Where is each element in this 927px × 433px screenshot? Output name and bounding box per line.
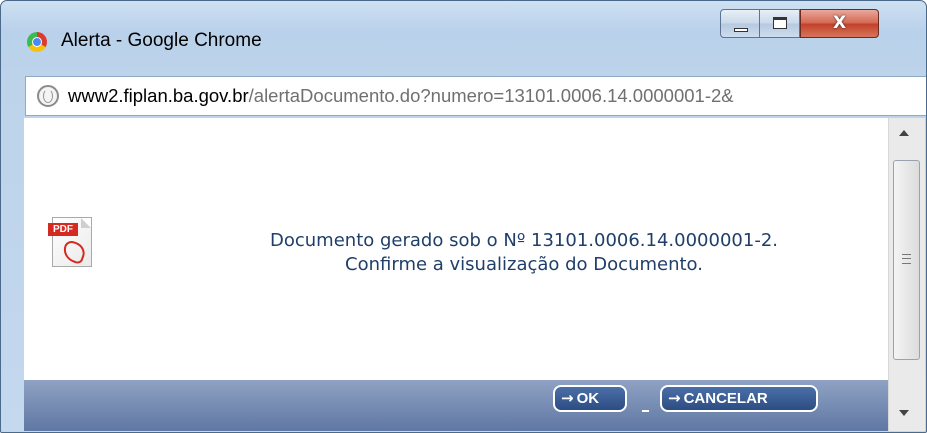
scroll-up-arrow-icon[interactable] <box>899 130 909 136</box>
ok-button[interactable]: → OK <box>553 385 627 412</box>
pdf-label: PDF <box>48 223 78 236</box>
vertical-scrollbar[interactable] <box>888 118 925 431</box>
window-title: Alerta - Google Chrome <box>61 30 262 51</box>
close-icon: X <box>832 13 847 33</box>
maximize-icon <box>773 17 787 29</box>
url-path: /alertaDocumento.do?numero=13101.0006.14… <box>248 85 734 106</box>
scroll-down-arrow-icon[interactable] <box>899 410 909 416</box>
scroll-thumb[interactable] <box>893 160 920 360</box>
ok-label: OK <box>576 390 600 407</box>
pdf-fold <box>81 218 91 228</box>
cancel-label: CANCELAR <box>683 390 768 407</box>
url-domain: www2.fiplan.ba.gov.br <box>68 85 249 106</box>
minimize-icon <box>734 28 748 32</box>
arrow-right-icon: → <box>561 389 574 407</box>
title-bar[interactable]: Alerta - Google Chrome X <box>1 1 926 65</box>
cancel-button[interactable]: → CANCELAR <box>660 385 818 412</box>
arrow-right-icon: → <box>668 389 681 407</box>
scroll-grip-icon <box>902 254 911 264</box>
alert-content: PDF Documento gerado sob o Nº 13101.0006… <box>24 118 888 380</box>
address-bar[interactable]: www2.fiplan.ba.gov.br/alertaDocumento.do… <box>25 76 926 116</box>
globe-icon <box>37 85 59 107</box>
message-line-2: Confirme a visualização do Documento. <box>345 254 703 275</box>
maximize-button[interactable] <box>760 9 800 38</box>
chrome-logo-icon <box>27 32 47 52</box>
acrobat-swirl <box>60 238 88 266</box>
message-line-1: Documento gerado sob o Nº 13101.0006.14.… <box>270 230 778 251</box>
alert-message: Documento gerado sob o Nº 13101.0006.14.… <box>154 229 894 277</box>
close-button[interactable]: X <box>800 9 879 38</box>
button-bar: → OK → CANCELAR <box>24 380 888 431</box>
button-separator <box>642 410 649 412</box>
minimize-button[interactable] <box>720 9 760 38</box>
url-text[interactable]: www2.fiplan.ba.gov.br/alertaDocumento.do… <box>68 85 734 107</box>
pdf-icon: PDF <box>48 217 94 269</box>
